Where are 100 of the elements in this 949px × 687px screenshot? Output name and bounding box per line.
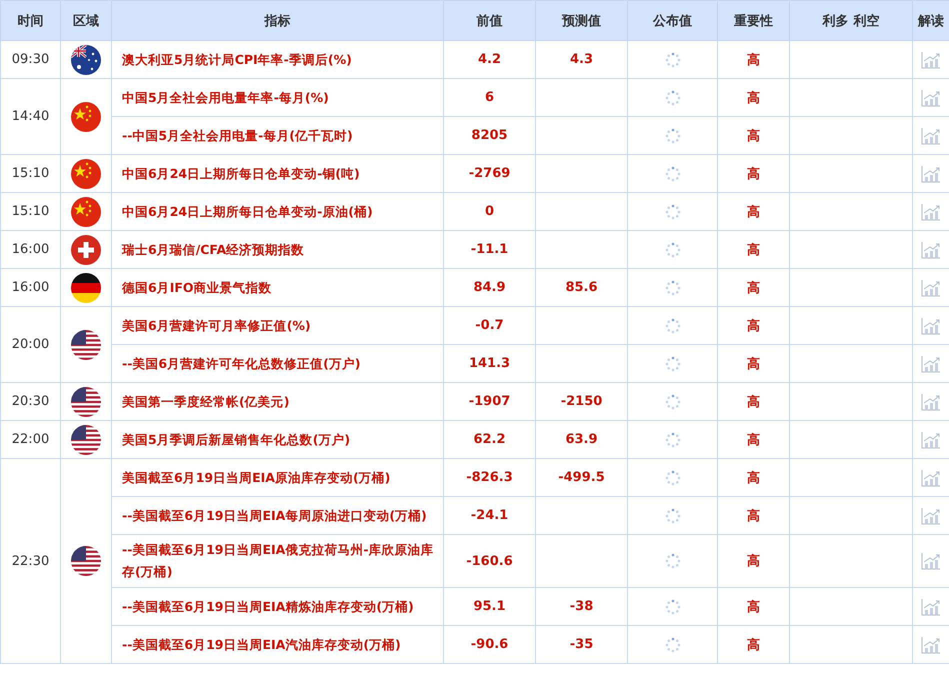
loading-icon xyxy=(664,553,680,569)
time-cell: 22:00 xyxy=(0,420,60,458)
previous-value: -24.1 xyxy=(444,496,536,534)
forecast-value: 63.9 xyxy=(536,420,628,458)
previous-value: -2769 xyxy=(444,154,536,192)
indicator-cell: --美国截至6月19日当周EIA汽油库存变动(万桶) xyxy=(112,626,444,664)
importance-cell: 高 xyxy=(718,626,790,664)
loading-icon xyxy=(664,128,680,144)
importance-cell: 高 xyxy=(718,420,790,458)
forecast-value: -35 xyxy=(536,626,628,664)
previous-value: -160.6 xyxy=(444,534,536,588)
previous-value: -826.3 xyxy=(444,458,536,496)
loading-icon xyxy=(664,166,680,182)
previous-value: -90.6 xyxy=(444,626,536,664)
chart-icon[interactable] xyxy=(921,164,941,182)
importance-cell: 高 xyxy=(718,78,790,116)
indicator-cell: --美国6月营建许可年化总数修正值(万户) xyxy=(112,344,444,382)
loading-icon xyxy=(664,636,680,652)
indicator-cell: 中国6月24日上期所每日仓单变动-铜(吨) xyxy=(112,154,444,192)
time-cell: 22:30 xyxy=(0,458,60,664)
indicator-cell: 美国6月营建许可月率修正值(%) xyxy=(112,306,444,344)
importance-cell: 高 xyxy=(718,458,790,496)
column-header: 公布值 xyxy=(628,0,718,40)
forecast-value: -499.5 xyxy=(536,458,628,496)
indicator-cell: 德国6月IFO商业景气指数 xyxy=(112,268,444,306)
chart-icon[interactable] xyxy=(921,50,941,68)
indicator-cell: 中国6月24日上期所每日仓单变动-原油(桶) xyxy=(112,192,444,230)
flag-icon xyxy=(71,272,101,302)
chart-icon[interactable] xyxy=(921,392,941,410)
column-header: 时间 xyxy=(0,0,60,40)
forecast-value: -38 xyxy=(536,588,628,626)
chart-icon[interactable] xyxy=(921,506,941,524)
loading-icon xyxy=(664,508,680,524)
chart-icon[interactable] xyxy=(921,468,941,486)
chart-icon[interactable] xyxy=(921,598,941,616)
flag-icon xyxy=(71,234,101,264)
importance-cell: 高 xyxy=(718,496,790,534)
indicator-cell: 澳大利亚5月统计局CPI年率-季调后(%) xyxy=(112,40,444,78)
chart-icon[interactable] xyxy=(921,354,941,372)
indicator-cell: 中国5月全社会用电量年率-每月(%) xyxy=(112,78,444,116)
flag-icon xyxy=(71,102,101,132)
flag-icon xyxy=(71,196,101,226)
previous-value: 95.1 xyxy=(444,588,536,626)
chart-icon[interactable] xyxy=(921,278,941,296)
indicator-cell: 美国5月季调后新屋销售年化总数(万户) xyxy=(112,420,444,458)
time-cell: 09:30 xyxy=(0,40,60,78)
indicator-cell: 美国截至6月19日当周EIA原油库存变动(万桶) xyxy=(112,458,444,496)
loading-icon xyxy=(664,432,680,448)
importance-cell: 高 xyxy=(718,192,790,230)
importance-cell: 高 xyxy=(718,588,790,626)
previous-value: 6 xyxy=(444,78,536,116)
flag-icon xyxy=(71,158,101,188)
indicator-cell: --美国截至6月19日当周EIA俄克拉荷马州-库欣原油库存(万桶) xyxy=(112,534,444,588)
indicator-cell: --美国截至6月19日当周EIA每周原油进口变动(万桶) xyxy=(112,496,444,534)
indicator-cell: --中国5月全社会用电量-每月(亿千瓦时) xyxy=(112,116,444,154)
flag-icon xyxy=(71,44,101,74)
flag-icon xyxy=(71,546,101,576)
loading-icon xyxy=(664,52,680,68)
chart-icon[interactable] xyxy=(921,636,941,654)
chart-icon[interactable] xyxy=(921,126,941,144)
importance-cell: 高 xyxy=(718,534,790,588)
flag-icon xyxy=(71,424,101,454)
time-cell: 15:10 xyxy=(0,192,60,230)
importance-cell: 高 xyxy=(718,40,790,78)
loading-icon xyxy=(664,204,680,220)
time-cell: 15:10 xyxy=(0,154,60,192)
previous-value: 4.2 xyxy=(444,40,536,78)
loading-icon xyxy=(664,394,680,410)
loading-icon xyxy=(664,598,680,614)
indicator-cell: 瑞士6月瑞信/CFA经济预期指数 xyxy=(112,230,444,268)
loading-icon xyxy=(664,242,680,258)
flag-icon xyxy=(71,330,101,360)
indicator-cell: --美国截至6月19日当周EIA精炼油库存变动(万桶) xyxy=(112,588,444,626)
previous-value: 84.9 xyxy=(444,268,536,306)
importance-cell: 高 xyxy=(718,306,790,344)
chart-icon[interactable] xyxy=(921,88,941,106)
previous-value: 62.2 xyxy=(444,420,536,458)
importance-cell: 高 xyxy=(718,344,790,382)
chart-icon[interactable] xyxy=(921,316,941,334)
time-cell: 16:00 xyxy=(0,230,60,268)
column-header: 解读 xyxy=(912,0,949,40)
time-cell: 20:30 xyxy=(0,382,60,420)
previous-value: 8205 xyxy=(444,116,536,154)
chart-icon[interactable] xyxy=(921,552,941,570)
column-header: 预测值 xyxy=(536,0,628,40)
previous-value: 141.3 xyxy=(444,344,536,382)
chart-icon[interactable] xyxy=(921,202,941,220)
column-header: 重要性 xyxy=(718,0,790,40)
time-cell: 16:00 xyxy=(0,268,60,306)
chart-icon[interactable] xyxy=(921,240,941,258)
chart-icon[interactable] xyxy=(921,430,941,448)
previous-value: -0.7 xyxy=(444,306,536,344)
indicator-cell: 美国第一季度经常帐(亿美元) xyxy=(112,382,444,420)
column-header: 区域 xyxy=(60,0,112,40)
column-header: 利多 利空 xyxy=(790,0,912,40)
time-cell: 14:40 xyxy=(0,78,60,154)
importance-cell: 高 xyxy=(718,230,790,268)
loading-icon xyxy=(664,318,680,334)
column-header: 指标 xyxy=(112,0,444,40)
previous-value: -1907 xyxy=(444,382,536,420)
